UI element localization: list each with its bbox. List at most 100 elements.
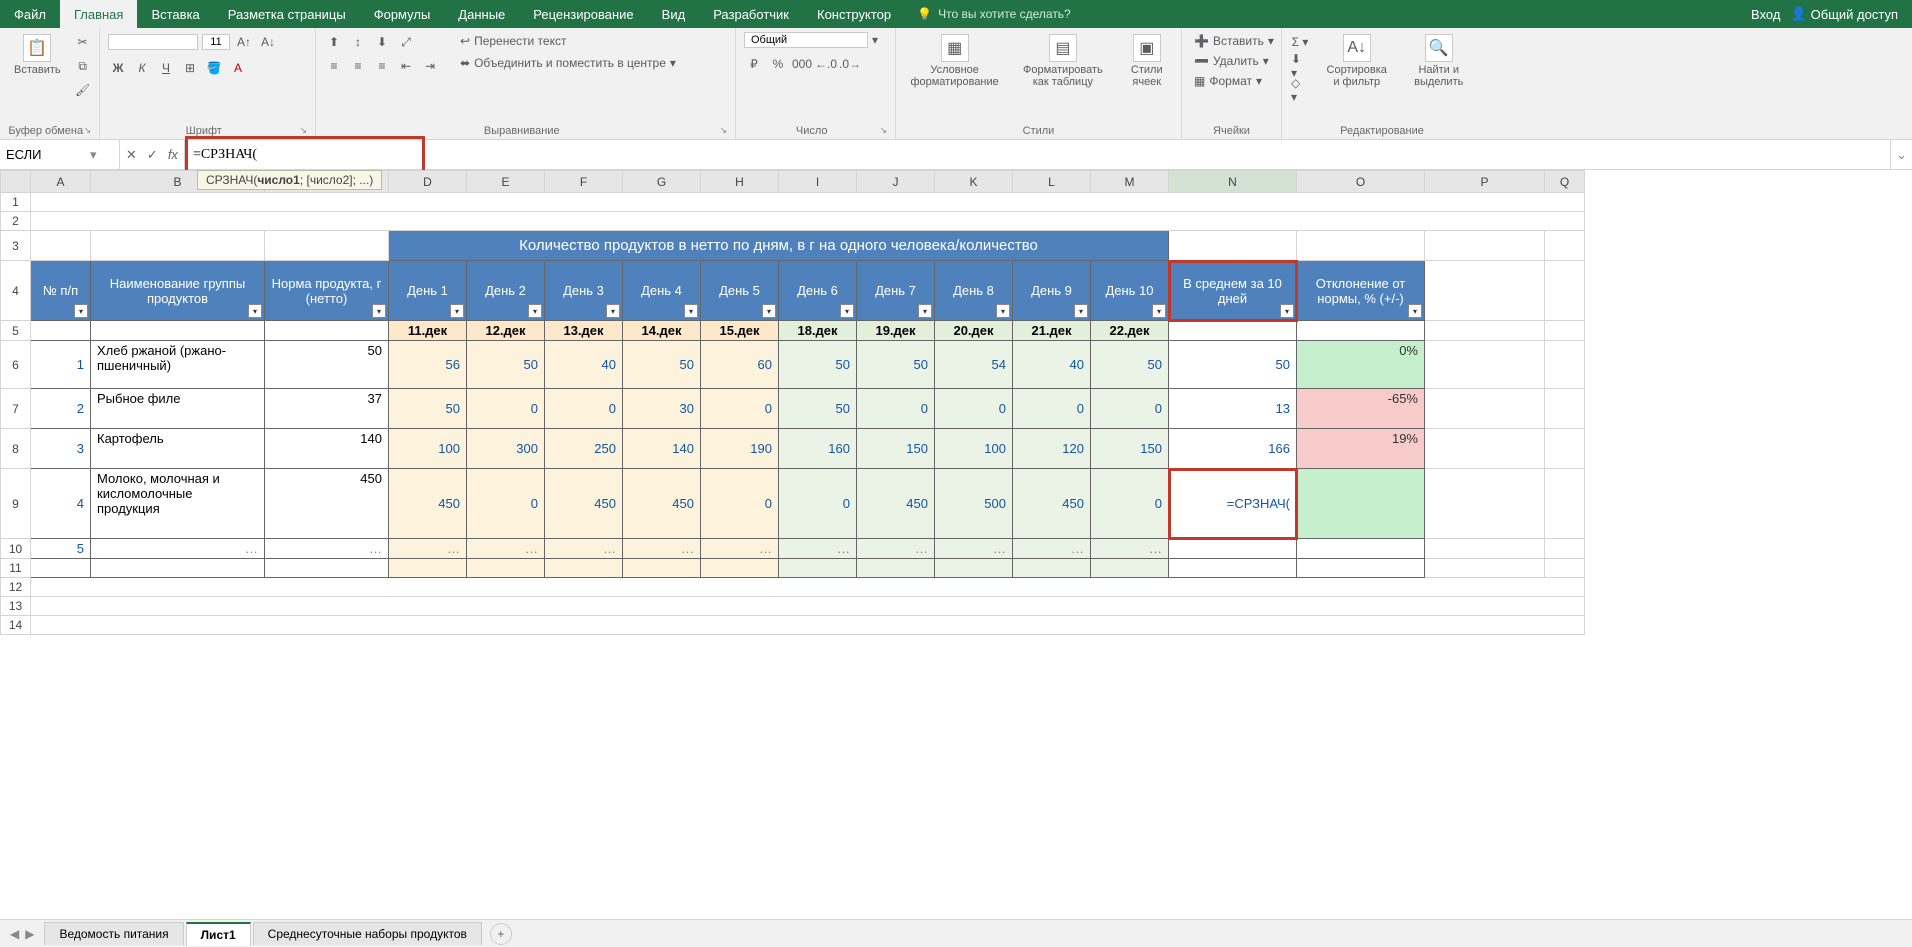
table-header-day[interactable]: День 1▾ [389,261,467,321]
cell[interactable] [1425,231,1545,261]
cell[interactable] [1545,321,1585,341]
insert-cells-button[interactable]: ➕Вставить ▾ [1190,32,1278,50]
cell[interactable] [779,559,857,578]
cell[interactable]: … [779,539,857,559]
cell-norm[interactable]: 450 [265,469,389,539]
cell[interactable] [1169,559,1297,578]
table-header-name[interactable]: Наименование группы продуктов▾ [91,261,265,321]
cell-day-value[interactable]: 140 [623,429,701,469]
italic-button[interactable]: К [132,58,152,78]
cell-day-value[interactable]: 50 [623,341,701,389]
cell[interactable] [31,231,91,261]
tell-me[interactable]: 💡 Что вы хотите сделать? [905,0,1083,28]
cell-num[interactable]: 1 [31,341,91,389]
cell-day-value[interactable]: 56 [389,341,467,389]
cell[interactable] [935,559,1013,578]
cell-styles-button[interactable]: ▣ Стили ячеек [1121,32,1173,90]
cell[interactable] [545,559,623,578]
cell-day-value[interactable]: 0 [701,389,779,429]
cell[interactable]: … [1091,539,1169,559]
row-header[interactable]: 5 [1,321,31,341]
add-sheet-button[interactable]: + [490,923,512,945]
cell[interactable] [1425,429,1545,469]
cell-day-value[interactable]: 0 [467,469,545,539]
row-header[interactable]: 4 [1,261,31,321]
merged-header[interactable]: Количество продуктов в нетто по дням, в … [389,231,1169,261]
cell-num[interactable]: 2 [31,389,91,429]
font-size-input[interactable] [202,34,230,50]
fill-color-button[interactable]: 🪣 [204,58,224,78]
table-header-day[interactable]: День 5▾ [701,261,779,321]
cell[interactable] [1297,231,1425,261]
row-header[interactable]: 12 [1,578,31,597]
delete-cells-button[interactable]: ➖Удалить ▾ [1190,52,1273,70]
col-header[interactable]: P [1425,171,1545,193]
cell-day-value[interactable]: 250 [545,429,623,469]
row-header[interactable]: 6 [1,341,31,389]
cell[interactable] [1425,389,1545,429]
row-header[interactable]: 3 [1,231,31,261]
orientation-icon[interactable]: ⤢ [396,32,416,52]
cell[interactable] [1425,469,1545,539]
cell-day-value[interactable]: 160 [779,429,857,469]
cell[interactable]: 5 [31,539,91,559]
align-center-icon[interactable]: ≡ [348,56,368,76]
cell-day-value[interactable]: 120 [1013,429,1091,469]
date-cell[interactable]: 19.дек [857,321,935,341]
cell[interactable] [1545,389,1585,429]
cell[interactable] [1169,321,1297,341]
cell[interactable] [1169,231,1297,261]
cell-day-value[interactable]: 450 [857,469,935,539]
filter-dropdown-icon[interactable]: ▾ [684,304,698,318]
cell-day-value[interactable]: 100 [389,429,467,469]
cell[interactable] [31,578,1585,597]
nav-prev-icon[interactable]: ◀ [10,927,19,941]
cell[interactable] [1169,539,1297,559]
cell-norm[interactable]: 140 [265,429,389,469]
cell[interactable]: … [857,539,935,559]
cell[interactable] [1545,539,1585,559]
format-as-table-button[interactable]: ▤ Форматировать как таблицу [1011,32,1114,90]
cell[interactable] [1545,469,1585,539]
table-header-day[interactable]: День 10▾ [1091,261,1169,321]
table-header-norm[interactable]: Норма продукта, г (нетто)▾ [265,261,389,321]
cell[interactable] [1425,539,1545,559]
cell-norm[interactable]: 37 [265,389,389,429]
cell-name[interactable]: Хлеб ржаной (ржано-пшеничный) [91,341,265,389]
filter-dropdown-icon[interactable]: ▾ [74,304,88,318]
sign-in[interactable]: Вход [1751,7,1780,22]
cell[interactable] [1425,261,1545,321]
tab-view[interactable]: Вид [648,0,700,28]
cell-deviation[interactable]: -65% [1297,389,1425,429]
cell-day-value[interactable]: 0 [857,389,935,429]
cell[interactable] [1425,321,1545,341]
cell-day-value[interactable]: 300 [467,429,545,469]
col-header[interactable]: L [1013,171,1091,193]
row-header[interactable]: 13 [1,597,31,616]
cell-day-value[interactable]: 450 [545,469,623,539]
table-header-day[interactable]: День 9▾ [1013,261,1091,321]
date-cell[interactable]: 14.дек [623,321,701,341]
cell[interactable] [701,559,779,578]
cell[interactable] [1545,559,1585,578]
col-header[interactable]: O [1297,171,1425,193]
name-box-dropdown-icon[interactable]: ▾ [90,147,97,163]
formula-input[interactable] [185,140,1890,169]
cell-avg[interactable]: =СРЗНАЧ( [1169,469,1297,539]
cell[interactable] [1297,559,1425,578]
cell[interactable]: … [265,539,389,559]
conditional-formatting-button[interactable]: ▦ Условное форматирование [904,32,1005,90]
select-all-corner[interactable] [1,171,31,193]
cell-day-value[interactable]: 450 [389,469,467,539]
format-cells-button[interactable]: ▦Формат ▾ [1190,72,1266,90]
cell-norm[interactable]: 50 [265,341,389,389]
underline-button[interactable]: Ч [156,58,176,78]
sort-filter-button[interactable]: A↓ Сортировка и фильтр [1316,32,1397,90]
cell-day-value[interactable]: 150 [1091,429,1169,469]
cell-day-value[interactable]: 50 [779,389,857,429]
cell-day-value[interactable]: 50 [389,389,467,429]
filter-dropdown-icon[interactable]: ▾ [996,304,1010,318]
filter-dropdown-icon[interactable]: ▾ [606,304,620,318]
format-painter-button[interactable]: 🖌 [73,80,93,100]
cell-day-value[interactable]: 0 [545,389,623,429]
